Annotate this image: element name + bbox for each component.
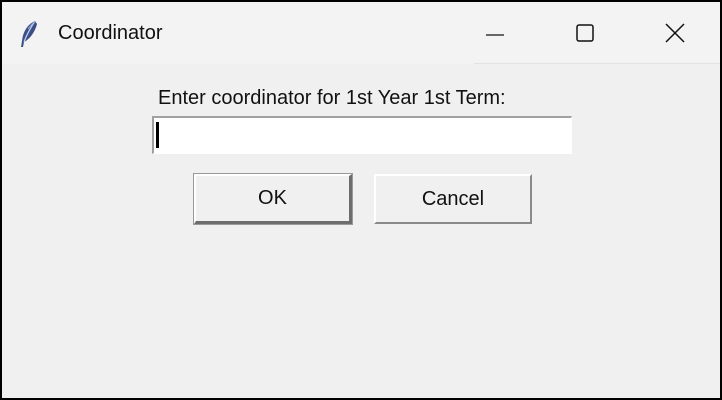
- cancel-button[interactable]: Cancel: [374, 174, 532, 224]
- window-controls: [450, 2, 720, 64]
- title-bar[interactable]: Coordinator: [2, 2, 720, 64]
- dialog-body: Enter coordinator for 1st Year 1st Term:…: [2, 64, 720, 398]
- maximize-icon: [575, 23, 595, 43]
- text-cursor: [156, 122, 159, 148]
- close-icon: [664, 22, 686, 44]
- window-title: Coordinator: [58, 22, 163, 44]
- minimize-button[interactable]: [450, 2, 540, 64]
- minimize-icon: [485, 23, 505, 43]
- prompt-label: Enter coordinator for 1st Year 1st Term:: [158, 87, 506, 109]
- maximize-button[interactable]: [540, 2, 630, 64]
- coordinator-input[interactable]: [152, 116, 572, 154]
- feather-icon: [18, 20, 40, 48]
- ok-button[interactable]: OK: [193, 173, 353, 225]
- close-button[interactable]: [630, 2, 720, 64]
- dialog-window: Coordinator Enter coordinator for 1st Ye…: [0, 0, 722, 400]
